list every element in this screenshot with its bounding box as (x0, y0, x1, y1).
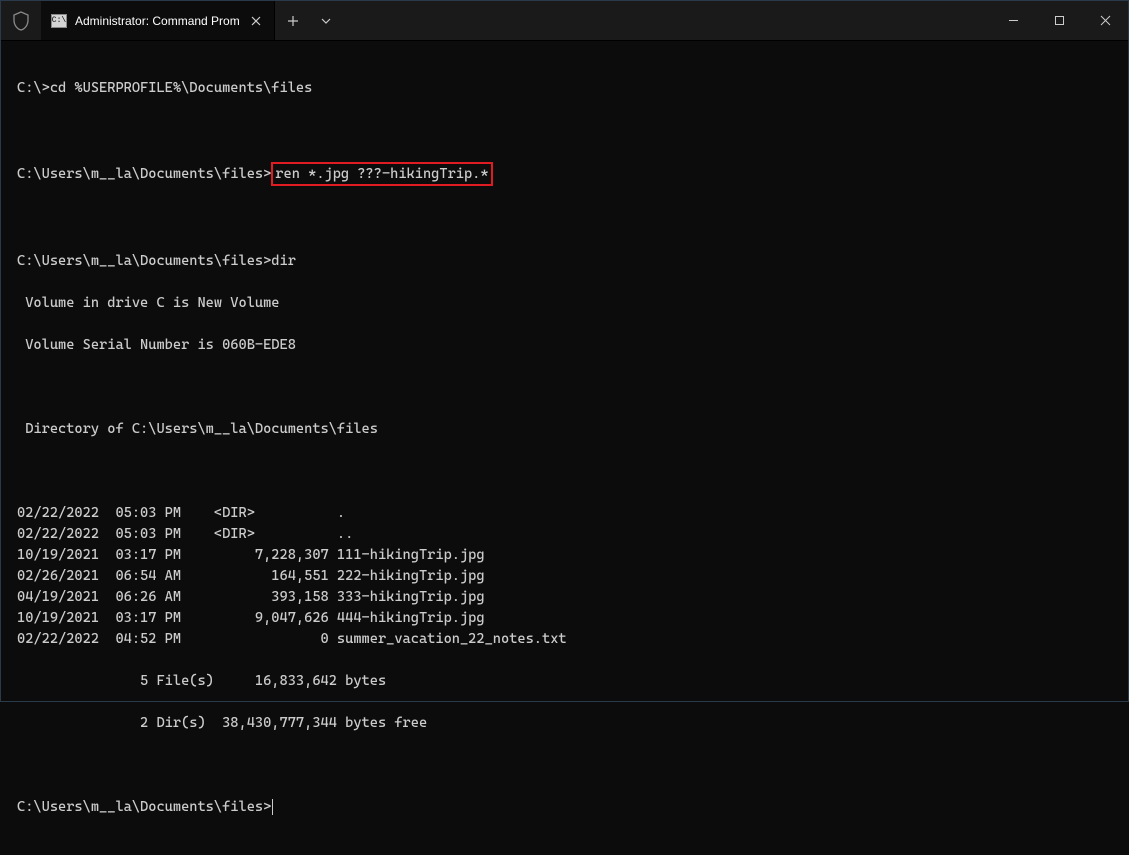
tab-title: Administrator: Command Prom (75, 14, 240, 28)
prompt: C:\Users\m__la\Documents\files> (17, 253, 271, 269)
tab-dropdown-button[interactable] (311, 1, 341, 40)
dir-row: 10/19/2021 03:17 PM 7,228,307 111-hiking… (17, 545, 1112, 566)
prompt: C:\> (17, 80, 50, 96)
title-bar: C:\ Administrator: Command Prom (1, 1, 1128, 41)
dir-row: 02/22/2022 05:03 PM <DIR> . (17, 503, 1112, 524)
prompt: C:\Users\m__la\Documents\files> (17, 799, 271, 815)
tab-active[interactable]: C:\ Administrator: Command Prom (41, 1, 275, 40)
output-line: Volume in drive C is New Volume (17, 293, 1112, 314)
prompt: C:\Users\m__la\Documents\files> (17, 166, 271, 182)
new-tab-button[interactable] (275, 1, 311, 40)
output-line: Directory of C:\Users\m__la\Documents\fi… (17, 419, 1112, 440)
output-line: Volume Serial Number is 060B-EDE8 (17, 335, 1112, 356)
dir-row: 02/22/2022 04:52 PM 0 summer_vacation_22… (17, 629, 1112, 650)
dir-row: 10/19/2021 03:17 PM 9,047,626 444-hiking… (17, 608, 1112, 629)
command-text: dir (271, 253, 296, 269)
text-cursor (272, 799, 273, 815)
shield-icon (1, 1, 41, 40)
output-line: 2 Dir(s) 38,430,777,344 bytes free (17, 713, 1112, 734)
dir-row: 04/19/2021 06:26 AM 393,158 333-hikingTr… (17, 587, 1112, 608)
minimize-button[interactable] (990, 1, 1036, 40)
dir-row: 02/22/2022 05:03 PM <DIR> .. (17, 524, 1112, 545)
maximize-button[interactable] (1036, 1, 1082, 40)
titlebar-drag-area[interactable] (341, 1, 990, 40)
cmd-icon: C:\ (51, 14, 67, 28)
output-line: 5 File(s) 16,833,642 bytes (17, 671, 1112, 692)
command-text: cd %USERPROFILE%\Documents\files (50, 80, 313, 96)
terminal-output[interactable]: C:\>cd %USERPROFILE%\Documents\files C:\… (1, 41, 1128, 855)
close-tab-button[interactable] (248, 13, 264, 29)
highlighted-command: ren *.jpg ???-hikingTrip.* (271, 162, 492, 186)
close-window-button[interactable] (1082, 1, 1128, 40)
dir-row: 02/26/2021 06:54 AM 164,551 222-hikingTr… (17, 566, 1112, 587)
